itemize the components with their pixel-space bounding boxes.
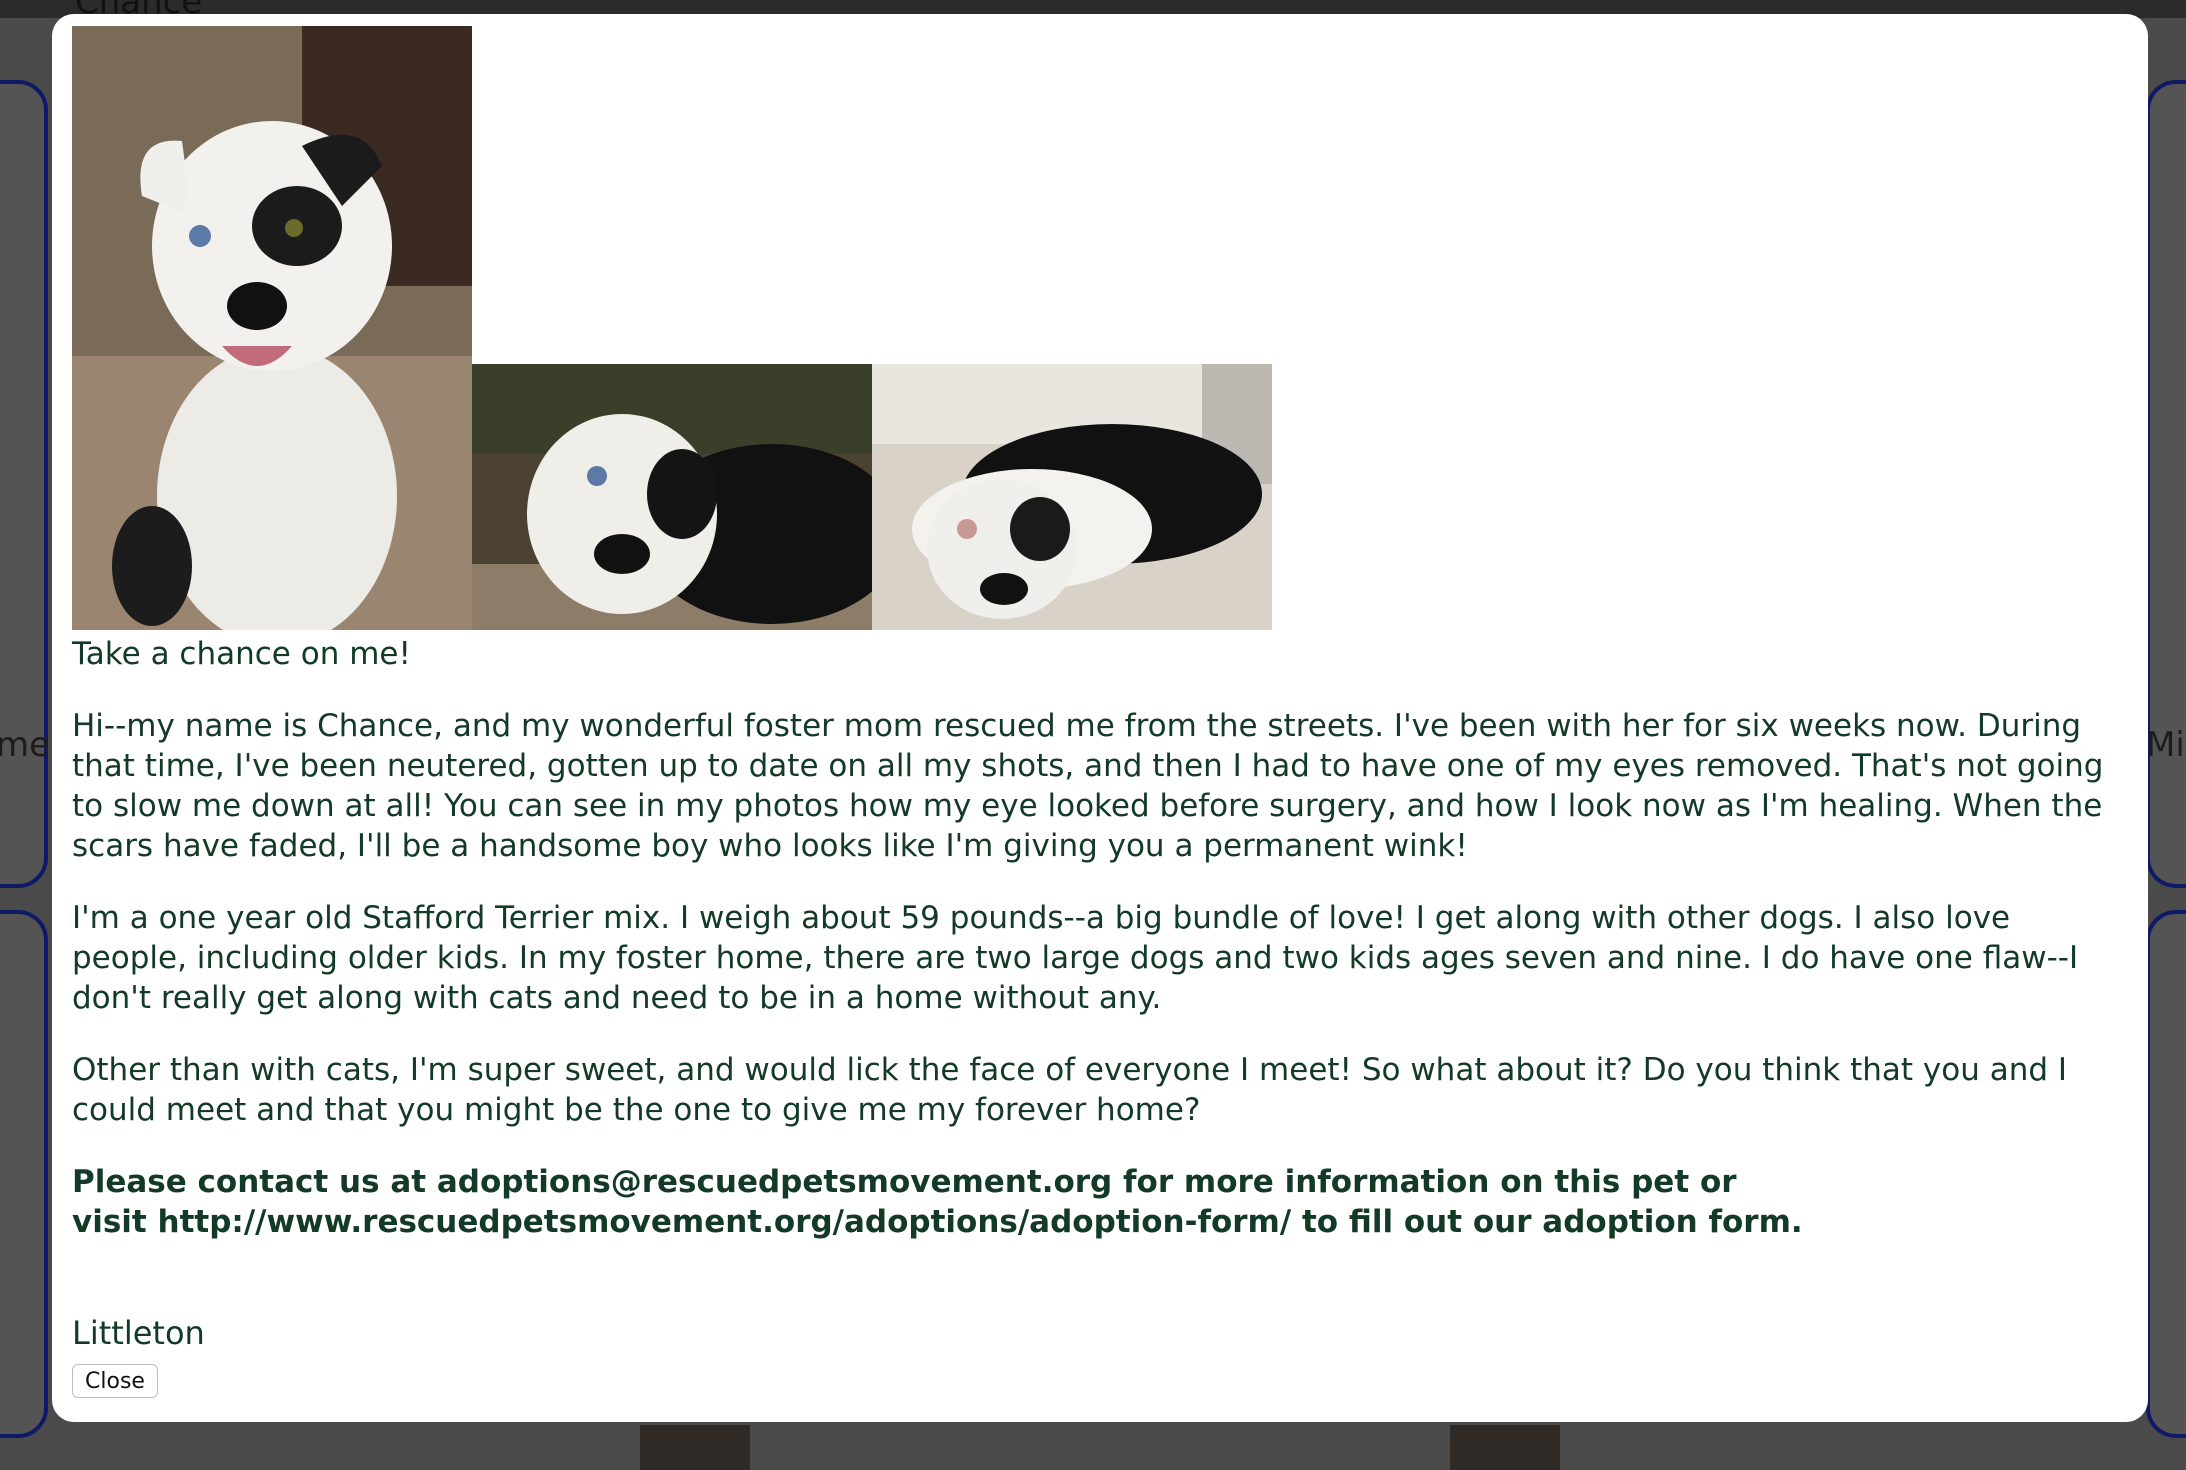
pet-location: Littleton [72, 1314, 205, 1352]
pet-description: Take a chance on me! Hi--my name is Chan… [72, 634, 2132, 1242]
background-photo [1450, 1425, 1560, 1470]
contact-info: Please contact us at adoptions@rescuedpe… [72, 1162, 2132, 1242]
background-pet-card[interactable] [2146, 910, 2186, 1438]
pet-photo-2[interactable] [472, 364, 872, 630]
background-card-text: Mix [2146, 725, 2186, 765]
pet-tagline: Take a chance on me! [72, 636, 411, 672]
background-pet-card[interactable] [2146, 80, 2186, 888]
close-button[interactable]: Close [72, 1364, 158, 1398]
description-paragraph: Other than with cats, I'm super sweet, a… [72, 1052, 2068, 1128]
photo-gallery [72, 26, 1273, 630]
background-pet-card[interactable] [0, 910, 48, 1438]
background-pet-card[interactable] [0, 80, 48, 888]
description-paragraph: Hi--my name is Chance, and my wonderful … [72, 708, 2104, 864]
dog-photo-icon [72, 26, 472, 630]
dog-photo-icon [872, 364, 1272, 630]
contact-line: visit http://www.rescuedpetsmovement.org… [72, 1204, 1803, 1240]
background-photo [640, 1425, 750, 1470]
description-paragraph: I'm a one year old Stafford Terrier mix.… [72, 900, 2079, 1016]
contact-line: Please contact us at adoptions@rescuedpe… [72, 1164, 1737, 1200]
pet-photo-3[interactable] [872, 364, 1272, 630]
pet-photo-1[interactable] [72, 26, 472, 630]
dog-photo-icon [472, 364, 872, 630]
pet-detail-modal: Take a chance on me! Hi--my name is Chan… [52, 14, 2148, 1422]
